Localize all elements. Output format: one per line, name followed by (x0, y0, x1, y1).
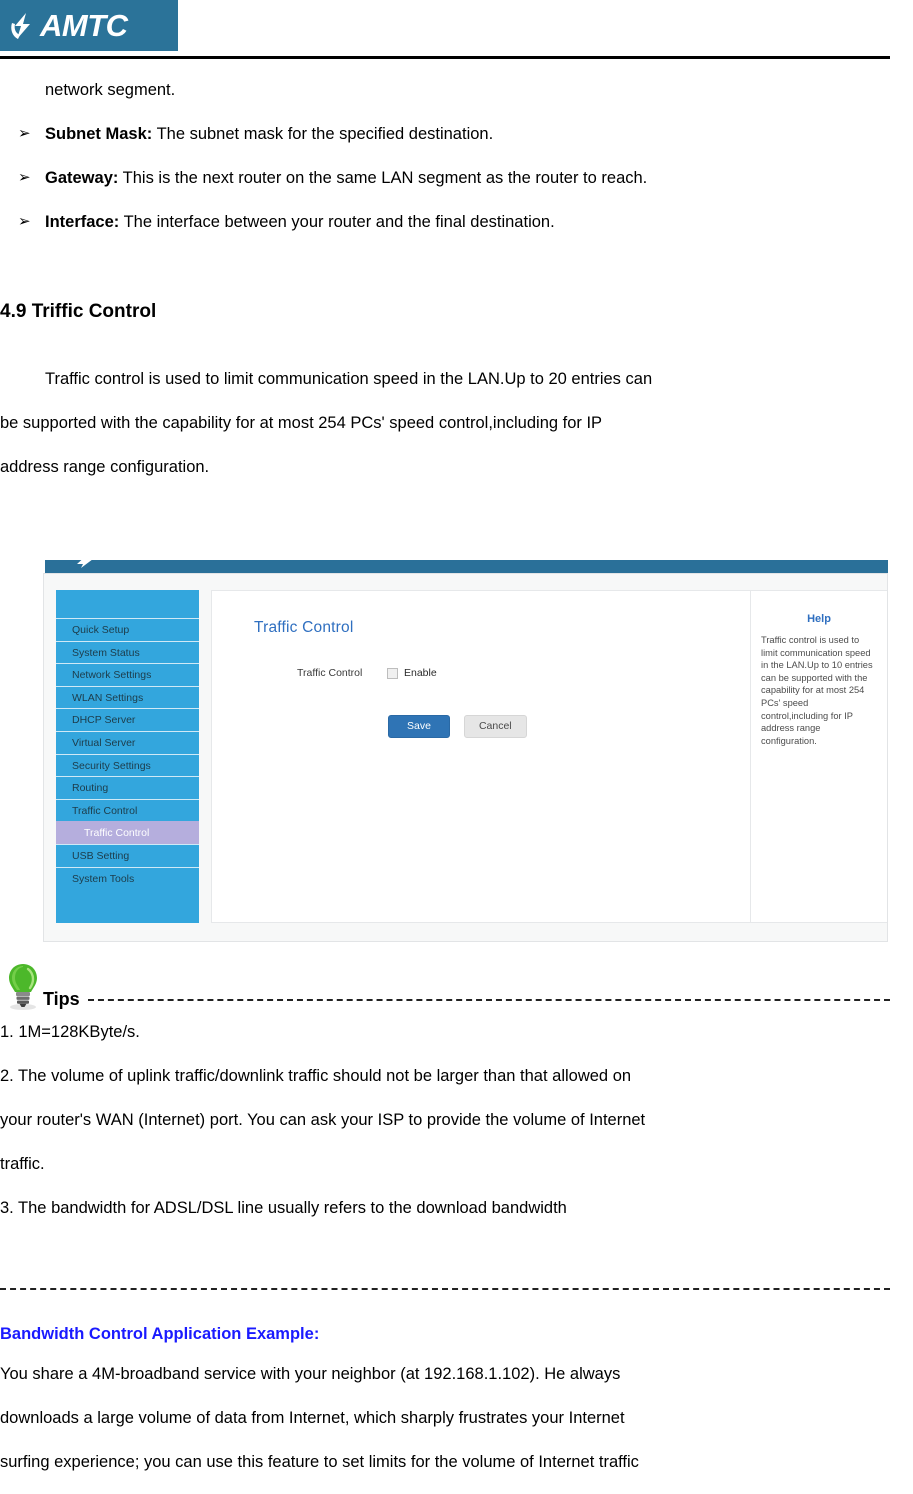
tips-header: Tips (0, 958, 913, 1010)
sidebar-item-dhcp-server[interactable]: DHCP Server (56, 708, 199, 731)
section-paragraph-line-1: Traffic control is used to limit communi… (45, 370, 653, 388)
router-topbar (45, 555, 888, 573)
cancel-button[interactable]: Cancel (463, 715, 527, 738)
bullet-content: Subnet Mask: The subnet mask for the spe… (45, 112, 913, 156)
brand-logo: AMTC (0, 0, 178, 51)
bullet-text: The subnet mask for the specified destin… (152, 125, 494, 143)
help-text: Traffic control is used to limit communi… (761, 635, 873, 746)
continued-text: network segment. (45, 81, 176, 99)
page-header: AMTC (0, 0, 913, 62)
amtc-flash-logo-icon (11, 12, 30, 39)
list-item: ➢ Interface: The interface between your … (0, 200, 913, 244)
example-heading: Bandwidth Control Application Example: (0, 1325, 320, 1343)
bullet-term: Gateway: (45, 169, 119, 187)
sidebar-item-network-settings[interactable]: Network Settings (56, 663, 199, 686)
sidebar-item-virtual-server[interactable]: Virtual Server (56, 730, 199, 754)
bullet-content: Gateway: This is the next router on the … (45, 156, 913, 200)
lightbulb-icon (9, 964, 37, 1010)
router-help-panel: Help Traffic control is used to limit co… (750, 590, 887, 923)
bullet-term: Subnet Mask: (45, 125, 153, 143)
list-item: ➢ Gateway: This is the next router on th… (0, 156, 913, 200)
example-body: You share a 4M-broadband service with yo… (0, 1352, 890, 1484)
example-line-3: surfing experience; you can use this fea… (0, 1453, 639, 1471)
sidebar-item-routing[interactable]: Routing (56, 776, 199, 799)
document-body: network segment. ➢ Subnet Mask: The subn… (0, 62, 913, 489)
sidebar-item-system-tools[interactable]: System Tools (56, 866, 199, 890)
router-logo-mark-icon (77, 555, 93, 568)
section-dashed-divider (0, 1288, 890, 1290)
tip-item-2-line-2: your router's WAN (Internet) port. You c… (0, 1111, 646, 1129)
traffic-control-field-row: Traffic Control Enable (297, 667, 437, 679)
tip-item-1: 1. 1M=128KByte/s. (0, 1023, 140, 1041)
bullet-text: This is the next router on the same LAN … (118, 169, 648, 187)
tips-dashed-divider (87, 999, 890, 1001)
traffic-control-label: Traffic Control (297, 667, 363, 679)
tip-item-2-line-3: traffic. (0, 1155, 45, 1173)
section-paragraph-line-2: be supported with the capability for at … (0, 414, 603, 432)
tips-heading: Tips (43, 989, 80, 1009)
sidebar-item-wlan-settings[interactable]: WLAN Settings (56, 685, 199, 709)
arrow-bullet-icon: ➢ (18, 125, 31, 142)
sidebar-item-usb-setting[interactable]: USB Setting (56, 843, 199, 867)
enable-checkbox[interactable] (387, 667, 398, 679)
header-divider (0, 56, 890, 59)
tips-list: 1. 1M=128KByte/s. 2. The volume of uplin… (0, 1010, 890, 1230)
help-title: Help (807, 613, 831, 625)
router-ui-screenshot: Quick Setup System Status Network Settin… (43, 555, 888, 942)
arrow-bullet-icon: ➢ (18, 169, 31, 186)
sidebar-item-quick-setup[interactable]: Quick Setup (56, 618, 199, 641)
enable-checkbox-label: Enable (404, 667, 437, 679)
tip-item-3: 3. The bandwidth for ADSL/DSL line usual… (0, 1199, 567, 1217)
arrow-bullet-icon: ➢ (18, 213, 31, 230)
section-heading: 4.9 Triffic Control (0, 301, 157, 322)
bullet-term: Interface: (45, 213, 120, 231)
tip-item-2-line-1: 2. The volume of uplink traffic/downlink… (0, 1067, 632, 1085)
bullet-content: Interface: The interface between your ro… (45, 200, 913, 244)
sidebar-item-traffic-control[interactable]: Traffic Control (56, 798, 199, 822)
brand-name: AMTC (40, 8, 128, 43)
panel-title: Traffic Control (254, 619, 354, 636)
sidebar-item-security-settings[interactable]: Security Settings (56, 753, 199, 777)
sidebar-item-system-status[interactable]: System Status (56, 640, 199, 664)
router-sidebar: Quick Setup System Status Network Settin… (56, 590, 199, 923)
example-line-2: downloads a large volume of data from In… (0, 1409, 625, 1427)
router-body: Quick Setup System Status Network Settin… (43, 573, 888, 942)
example-line-1: You share a 4M-broadband service with yo… (0, 1365, 621, 1383)
save-button[interactable]: Save (388, 715, 450, 738)
section-paragraph-line-3: address range configuration. (0, 458, 210, 476)
panel-button-row: Save Cancel (388, 715, 527, 738)
router-main-panel: Traffic Control Traffic Control Enable S… (211, 590, 750, 923)
sidebar-item-traffic-control-selected[interactable]: Traffic Control (56, 821, 199, 844)
bullet-text: The interface between your router and th… (119, 213, 555, 231)
list-item: ➢ Subnet Mask: The subnet mask for the s… (0, 112, 913, 156)
